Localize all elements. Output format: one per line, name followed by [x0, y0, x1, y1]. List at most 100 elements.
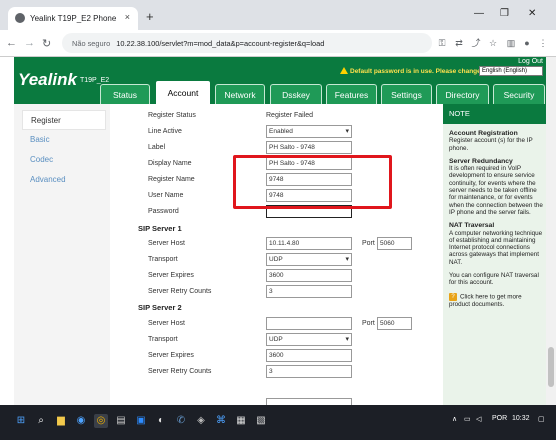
back-icon[interactable]: ←: [6, 37, 17, 49]
minimize-button[interactable]: —: [474, 8, 484, 19]
bookmark-star-icon[interactable]: ☆: [488, 38, 498, 48]
sip1-expires-field[interactable]: 3600: [266, 269, 352, 282]
sip2-expires-field[interactable]: 3600: [266, 349, 352, 362]
volume-icon[interactable]: ◁: [476, 415, 481, 423]
input-language[interactable]: POR: [492, 415, 507, 422]
sip1-expires-label: Server Expires: [148, 272, 194, 279]
not-secure-label: Não seguro: [72, 38, 111, 48]
sip1-retry-row: Server Retry Counts 3: [128, 285, 428, 299]
sip2-retry-label: Server Retry Counts: [148, 368, 212, 375]
help-link[interactable]: ? Click here to get more product document…: [449, 292, 543, 308]
app-icon-8[interactable]: ▧: [254, 414, 268, 428]
account-form: Register Status Register Failed Line Act…: [128, 104, 428, 405]
logout-link[interactable]: Log Out: [518, 58, 543, 65]
help-link-text: Click here to get more product documents…: [449, 293, 522, 308]
sip1-port-field[interactable]: 5060: [377, 237, 412, 250]
edge-icon[interactable]: ◉: [74, 414, 88, 428]
note-text-nat: A computer networking technique of estab…: [449, 229, 543, 266]
new-tab-button[interactable]: +: [146, 9, 154, 24]
tab-dsskey[interactable]: Dsskey: [270, 84, 322, 104]
window-close-button[interactable]: ✕: [528, 8, 536, 19]
nav-register[interactable]: Register: [22, 110, 106, 130]
close-tab-icon[interactable]: ×: [125, 12, 130, 22]
note-text-nat-config: You can configure NAT traversal for this…: [449, 272, 539, 287]
profile-icon[interactable]: ●: [522, 38, 532, 48]
register-name-label: Register Name: [148, 176, 195, 183]
favicon-icon: [15, 13, 25, 23]
sidebar-icon[interactable]: ▥: [506, 38, 516, 48]
sip2-retry-field[interactable]: 3: [266, 365, 352, 378]
tab-network[interactable]: Network: [215, 84, 265, 104]
scrollbar-thumb[interactable]: [548, 347, 554, 387]
sip1-host-label: Server Host: [148, 240, 185, 247]
url-bar[interactable]: Não seguro 10.22.38.100/servlet?m=mod_da…: [62, 33, 432, 53]
sip2-transport-select[interactable]: UDP: [266, 333, 352, 346]
nav-basic[interactable]: Basic: [14, 130, 110, 150]
notification-icon[interactable]: ▢: [538, 415, 545, 423]
app-icon-7[interactable]: ▦: [234, 414, 248, 428]
page-scrollbar[interactable]: [546, 57, 556, 405]
sip-server-1-title: SIP Server 1: [138, 224, 182, 233]
network-icon[interactable]: ▭: [464, 415, 471, 423]
tab-features[interactable]: Features: [326, 84, 377, 104]
sip2-host-field[interactable]: [266, 317, 352, 330]
sip1-host-field[interactable]: 10.11.4.80: [266, 237, 352, 250]
label-row: Label PH Salto - 9748: [128, 141, 428, 155]
note-text-account: Register account (s) for the IP phone.: [449, 137, 533, 152]
app-icon-1[interactable]: ▤: [114, 414, 128, 428]
note-heading-account: Account Registration: [449, 130, 518, 137]
nav-advanced[interactable]: Advanced: [14, 170, 110, 190]
warning-text: Default password is in use. Please chang…: [350, 68, 483, 75]
sip2-port-label: Port: [362, 320, 375, 327]
file-explorer-icon[interactable]: ▆: [54, 414, 68, 428]
windows-start-icon[interactable]: ⊞: [14, 414, 28, 428]
browser-tab[interactable]: Yealink T19P_E2 Phone ×: [8, 7, 138, 30]
url-text: 10.22.38.100/servlet?m=mod_data&p=accoun…: [116, 38, 325, 48]
note-body: Account Registration Register account (s…: [443, 124, 546, 308]
chrome-icon[interactable]: ◎: [94, 414, 108, 428]
tab-status[interactable]: Status: [100, 84, 150, 104]
label-field[interactable]: PH Salto - 9748: [266, 141, 352, 154]
tab-directory[interactable]: Directory: [436, 84, 489, 104]
password-warning: Default password is in use. Please chang…: [340, 67, 483, 75]
tab-settings[interactable]: Settings: [381, 84, 432, 104]
sip1-retry-field[interactable]: 3: [266, 285, 352, 298]
sip1-transport-select[interactable]: UDP: [266, 253, 352, 266]
sip2-expires-row: Server Expires 3600: [128, 349, 428, 363]
nav-codec[interactable]: Codec: [14, 150, 110, 170]
menu-icon[interactable]: ⋮: [538, 38, 548, 48]
note-panel: NOTE Account Registration Register accou…: [443, 104, 546, 405]
translate-icon[interactable]: ⇄: [454, 38, 464, 48]
tray-overflow-icon[interactable]: ∧: [452, 415, 457, 423]
address-bar-row: ← → ↻ Não seguro 10.22.38.100/servlet?m=…: [0, 30, 556, 57]
display-name-label: Display Name: [148, 160, 192, 167]
share-icon[interactable]: ⤴: [471, 38, 481, 48]
yealink-header: Yealink T19P_E2 Log Out Default password…: [14, 57, 546, 104]
sip1-transport-row: Transport UDP: [128, 253, 428, 267]
windows-taskbar: ⊞ ⌕ ▆ ◉ ◎ ▤ ▣ ◐ ✆ ◈ ⌘ ▦ ▧ ∧ ▭ ◁ POR 10:3…: [0, 405, 556, 440]
tab-security[interactable]: Security: [493, 84, 545, 104]
app-icon-4[interactable]: ✆: [174, 414, 188, 428]
main-tabs: Status Account Network Dsskey Features S…: [14, 80, 546, 104]
clock[interactable]: 10:32: [512, 415, 530, 422]
line-active-label: Line Active: [148, 128, 182, 135]
restore-button[interactable]: ❐: [500, 8, 509, 19]
language-select[interactable]: English (English): [479, 66, 543, 76]
sip-server-2-title: SIP Server 2: [138, 303, 182, 312]
app-icon-5[interactable]: ◈: [194, 414, 208, 428]
tab-account[interactable]: Account: [155, 80, 211, 104]
search-icon[interactable]: ⌕: [34, 414, 48, 428]
key-icon[interactable]: ⚿: [437, 38, 447, 48]
forward-icon[interactable]: →: [24, 37, 35, 49]
register-status-label: Register Status: [148, 112, 196, 119]
sip2-port-field[interactable]: 5060: [377, 317, 412, 330]
app-icon-6[interactable]: ⌘: [214, 414, 228, 428]
sip1-retry-label: Server Retry Counts: [148, 288, 212, 295]
warning-icon: [340, 67, 348, 74]
sip2-transport-row: Transport UDP: [128, 333, 428, 347]
user-name-label: User Name: [148, 192, 184, 199]
reload-icon[interactable]: ↻: [42, 37, 51, 50]
line-active-select[interactable]: Enabled: [266, 125, 352, 138]
app-icon-3[interactable]: ◐: [154, 414, 168, 428]
app-icon-2[interactable]: ▣: [134, 414, 148, 428]
